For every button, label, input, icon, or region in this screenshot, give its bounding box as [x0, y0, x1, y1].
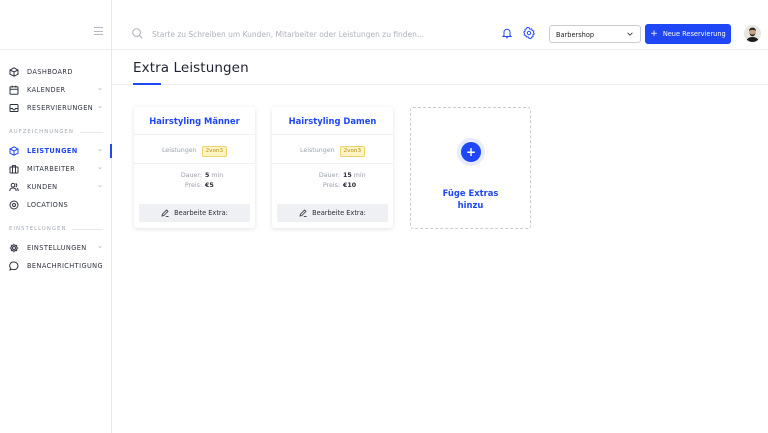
sidebar-item-label: BENACHRICHTIGUNG — [27, 262, 104, 270]
sidebar-item-benachrichtigung[interactable]: BENACHRICHTIGUNG — [0, 257, 111, 275]
duration-value: 15 — [343, 172, 352, 179]
sidebar-item-mitarbeiter[interactable]: MITARBEITER — [0, 160, 111, 178]
extra-card: Hairstyling Männer Leistungen 2von3 Daue… — [134, 107, 255, 228]
card-divider — [272, 134, 393, 135]
price-label: Preis: — [184, 182, 202, 189]
sidebar-item-reservierungen[interactable]: RESERVIERUNGEN — [0, 99, 111, 117]
sidebar-item-kalender[interactable]: KALENDER — [0, 81, 111, 99]
title-divider — [112, 84, 768, 85]
card-title: Hairstyling Damen — [288, 116, 377, 126]
avatar[interactable] — [744, 25, 761, 42]
card-divider — [134, 163, 255, 164]
add-extra-label: Füge Extras hinzu — [411, 187, 530, 211]
chevron-down-icon — [627, 32, 633, 36]
add-icon: + — [461, 142, 481, 162]
chevron-down-icon — [98, 105, 102, 109]
new-reservation-label: Neue Reservierung — [662, 30, 726, 38]
gear-icon — [9, 243, 19, 253]
services-label: Leistungen — [161, 147, 197, 154]
services-badge: 2von3 — [201, 146, 228, 157]
cube-icon — [9, 67, 19, 77]
sidebar-item-dashboard[interactable]: DASHBOARD — [0, 63, 111, 81]
price-row: Preis: €10 — [272, 182, 393, 189]
card-title: Hairstyling Männer — [149, 116, 240, 126]
hamburger-icon[interactable] — [94, 27, 103, 35]
location-select[interactable]: Barbershop — [549, 25, 641, 43]
duration-unit: min — [211, 172, 224, 179]
location-pin-icon — [9, 200, 19, 210]
card-services-row: Leistungen 2von3 — [134, 146, 255, 157]
search-icon — [132, 28, 143, 39]
main-content: Extra Leistungen Hairstyling Männer Leis… — [112, 50, 768, 433]
price-value: €5 — [205, 182, 214, 189]
section-label: AUFZEICHNUNGEN — [9, 129, 74, 135]
duration-unit: min — [353, 172, 366, 179]
app: DASHBOARD KALENDER RESERVIERUNGEN AUFZEI… — [0, 0, 768, 433]
sidebar-header — [0, 0, 111, 50]
extra-card: Hairstyling Damen Leistungen 2von3 Dauer… — [272, 107, 393, 228]
edit-extra-button[interactable]: Bearbeite Extra: — [277, 204, 388, 222]
price-value: €10 — [343, 182, 357, 189]
sidebar: DASHBOARD KALENDER RESERVIERUNGEN AUFZEI… — [0, 0, 112, 433]
chat-icon — [9, 261, 19, 271]
sidebar-nav: DASHBOARD KALENDER RESERVIERUNGEN AUFZEI… — [0, 50, 112, 275]
location-select-value: Barbershop — [556, 31, 595, 39]
title-accent-bar — [133, 83, 161, 85]
gear-icon[interactable] — [523, 27, 535, 39]
duration-label: Dauer: — [318, 172, 340, 179]
sidebar-item-leistungen[interactable]: LEISTUNGEN — [0, 142, 112, 160]
cube-icon — [9, 146, 19, 156]
section-einstellungen: EINSTELLUNGEN — [0, 222, 111, 236]
edit-extra-label: Bearbeite Extra: — [174, 209, 228, 217]
duration-value: 5 — [205, 172, 210, 179]
calendar-icon — [9, 85, 19, 95]
price-row: Preis: €5 — [134, 182, 255, 189]
chevron-down-icon — [98, 166, 102, 170]
sidebar-item-label: KALENDER — [27, 86, 66, 94]
edit-extra-button[interactable]: Bearbeite Extra: — [139, 204, 250, 222]
sidebar-item-einstellungen[interactable]: EINSTELLUNGEN — [0, 239, 111, 257]
top-header: Barbershop + Neue Reservierung — [112, 0, 768, 50]
chevron-down-icon — [98, 87, 102, 91]
add-extra-label-line2: hinzu — [457, 200, 484, 210]
sidebar-item-label: LOCATIONS — [27, 201, 69, 209]
chevron-down-icon — [98, 148, 102, 152]
sidebar-item-label: RESERVIERUNGEN — [27, 104, 94, 112]
users-icon — [9, 182, 19, 192]
new-reservation-button[interactable]: + Neue Reservierung — [645, 24, 731, 44]
duration-label: Dauer: — [180, 172, 202, 179]
edit-extra-label: Bearbeite Extra: — [312, 209, 366, 217]
sidebar-item-label: DASHBOARD — [27, 68, 73, 76]
sidebar-item-label: MITARBEITER — [27, 165, 76, 173]
services-badge: 2von3 — [339, 146, 366, 157]
sidebar-item-label: LEISTUNGEN — [27, 147, 78, 155]
sidebar-item-locations[interactable]: LOCATIONS — [0, 196, 111, 214]
inbox-icon — [9, 103, 19, 113]
duration-row: Dauer: 5 min — [134, 172, 255, 179]
services-label: Leistungen — [299, 147, 335, 154]
briefcase-icon — [9, 164, 19, 174]
section-label: EINSTELLUNGEN — [9, 226, 67, 232]
pencil-icon — [161, 209, 169, 217]
card-divider — [272, 163, 393, 164]
pencil-icon — [299, 209, 307, 217]
bell-icon[interactable] — [501, 27, 513, 39]
section-aufzeichnungen: AUFZEICHNUNGEN — [0, 125, 111, 139]
add-extra-card[interactable]: + Füge Extras hinzu — [410, 107, 531, 229]
chevron-down-icon — [98, 245, 102, 249]
card-services-row: Leistungen 2von3 — [272, 146, 393, 157]
duration-row: Dauer: 15 min — [272, 172, 393, 179]
page-title: Extra Leistungen — [133, 60, 249, 76]
sidebar-item-label: KUNDEN — [27, 183, 58, 191]
chevron-down-icon — [98, 184, 102, 188]
sidebar-item-kunden[interactable]: KUNDEN — [0, 178, 111, 196]
sidebar-item-label: EINSTELLUNGEN — [27, 244, 87, 252]
card-divider — [134, 134, 255, 135]
plus-icon: + — [650, 28, 658, 39]
add-extra-label-line1: Füge Extras — [442, 188, 499, 198]
price-label: Preis: — [322, 182, 340, 189]
search-input[interactable] — [152, 26, 492, 42]
